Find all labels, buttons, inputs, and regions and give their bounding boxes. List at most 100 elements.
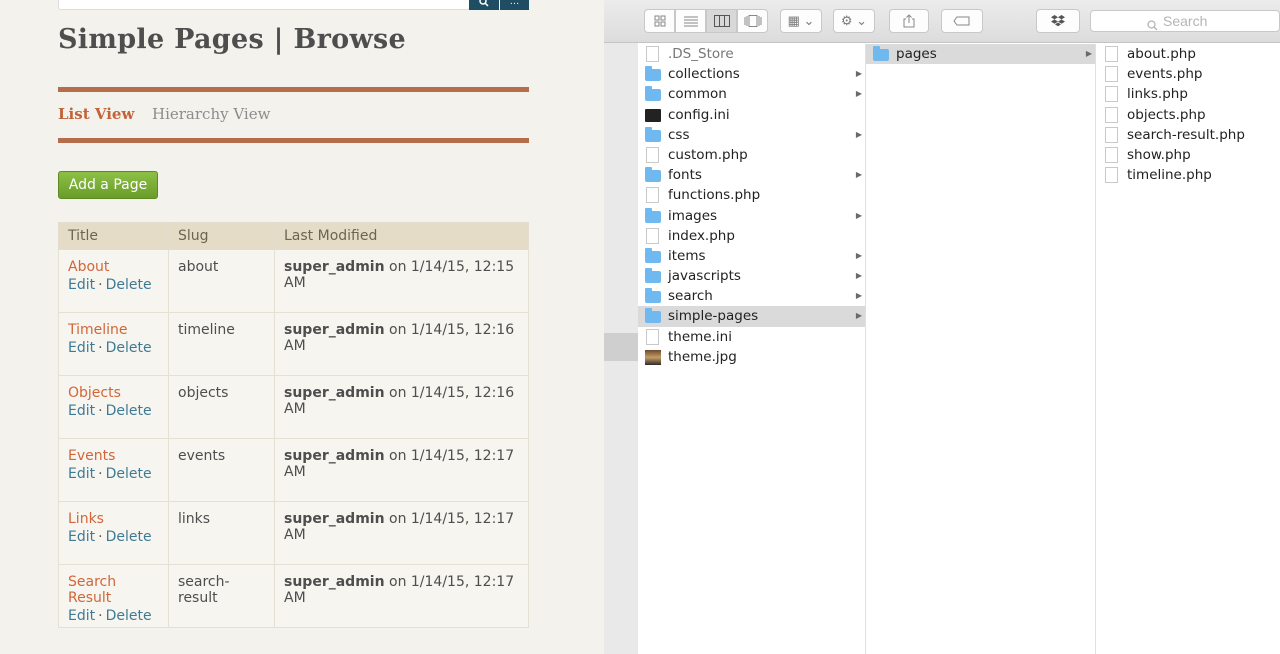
delete-link[interactable]: Delete	[106, 277, 152, 293]
page-title-link[interactable]: Timeline	[68, 322, 159, 338]
ellipsis-icon[interactable]: …	[500, 0, 529, 10]
finder-file-row[interactable]: .DS_Store	[638, 44, 865, 64]
share-icon[interactable]	[889, 9, 929, 33]
finder-folder-row[interactable]: images ▶	[638, 206, 865, 226]
finder-file-row[interactable]: config.ini	[638, 105, 865, 125]
delete-link[interactable]: Delete	[106, 608, 152, 624]
row-actions: Edit · Delete	[68, 529, 159, 545]
finder-item-name: javascripts	[668, 268, 741, 285]
dropbox-icon[interactable]	[1036, 9, 1080, 33]
edit-link[interactable]: Edit	[68, 466, 95, 482]
delete-link[interactable]: Delete	[106, 403, 152, 419]
folder-icon	[645, 126, 661, 142]
finder-file-row[interactable]: index.php	[638, 226, 865, 246]
search-icon[interactable]	[469, 0, 499, 10]
edit-link[interactable]: Edit	[68, 529, 95, 545]
column-header-slug[interactable]: Slug	[168, 222, 275, 250]
finder-folder-row[interactable]: common ▶	[638, 84, 865, 104]
table-header-row: Title Slug Last Modified	[58, 222, 529, 250]
page-title-link[interactable]: Events	[68, 448, 159, 464]
edit-link[interactable]: Edit	[68, 403, 95, 419]
page-title-link[interactable]: Objects	[68, 385, 159, 401]
finder-folder-row[interactable]: pages ▶	[866, 44, 1095, 65]
edit-link[interactable]: Edit	[68, 340, 95, 356]
finder-file-row[interactable]: theme.ini	[638, 327, 865, 347]
tag-icon[interactable]	[941, 9, 983, 33]
list-view-icon[interactable]	[675, 9, 706, 33]
disclosure-arrow-icon: ▶	[855, 89, 862, 99]
admin-search-input[interactable]	[58, 0, 470, 10]
column-header-title[interactable]: Title	[58, 222, 169, 250]
finder-search-field[interactable]: Search	[1090, 10, 1280, 32]
cell-slug: about	[168, 249, 275, 313]
finder-file-row[interactable]: timeline.php	[1096, 165, 1280, 185]
finder-file-row[interactable]: theme.jpg	[638, 347, 865, 367]
finder-folder-row[interactable]: javascripts ▶	[638, 266, 865, 286]
document-icon	[1105, 86, 1118, 103]
document-icon	[1105, 146, 1118, 163]
finder-file-row[interactable]: functions.php	[638, 185, 865, 205]
finder-item-name: theme.jpg	[668, 348, 737, 365]
document-icon	[1105, 106, 1118, 123]
page-title: Simple Pages | Browse	[58, 24, 406, 55]
finder-item-name: pages	[896, 46, 937, 62]
arrange-icon[interactable]: ▦ ⌄	[780, 9, 822, 33]
finder-item-name: simple-pages	[668, 308, 759, 325]
cell-slug: objects	[168, 375, 275, 439]
folder-icon	[645, 66, 661, 82]
finder-file-row[interactable]: events.php	[1096, 64, 1280, 84]
column-header-last-modified[interactable]: Last Modified	[274, 222, 529, 250]
delete-link[interactable]: Delete	[106, 340, 152, 356]
column-view-icon[interactable]	[706, 9, 737, 33]
delete-link[interactable]: Delete	[106, 529, 152, 545]
gear-icon[interactable]: ⚙ ⌄	[833, 9, 875, 33]
edit-link[interactable]: Edit	[68, 277, 95, 293]
omeka-admin-panel: … Simple Pages | Browse List View Hierar…	[0, 0, 604, 654]
finder-file-row[interactable]: custom.php	[638, 145, 865, 165]
finder-file-row[interactable]: show.php	[1096, 145, 1280, 165]
row-actions: Edit · Delete	[68, 466, 159, 482]
finder-folder-row[interactable]: search ▶	[638, 286, 865, 306]
finder-item-name: collections	[668, 66, 740, 83]
finder-folder-row[interactable]: simple-pages ▶	[638, 306, 865, 327]
add-page-button[interactable]: Add a Page	[58, 171, 158, 199]
action-separator: ·	[98, 608, 103, 624]
disclosure-arrow-icon: ▶	[855, 291, 862, 301]
finder-file-row[interactable]: objects.php	[1096, 105, 1280, 125]
coverflow-view-icon[interactable]	[737, 9, 768, 33]
finder-item-name: links.php	[1127, 86, 1188, 103]
action-separator: ·	[98, 340, 103, 356]
cell-last-modified: super_admin on 1/14/15, 12:15 AM	[274, 249, 529, 313]
finder-folder-row[interactable]: css ▶	[638, 125, 865, 145]
document-icon	[646, 328, 659, 345]
modified-by: super_admin	[284, 574, 385, 590]
cell-last-modified: super_admin on 1/14/15, 12:17 AM	[274, 438, 529, 502]
edit-link[interactable]: Edit	[68, 608, 95, 624]
finder-file-row[interactable]: about.php	[1096, 44, 1280, 64]
disclosure-arrow-icon: ▶	[855, 170, 862, 180]
finder-file-row[interactable]: links.php	[1096, 84, 1280, 104]
page-title-link[interactable]: About	[68, 259, 159, 275]
finder-folder-row[interactable]: collections ▶	[638, 64, 865, 84]
finder-folder-row[interactable]: items ▶	[638, 246, 865, 266]
finder-folder-row[interactable]: fonts ▶	[638, 165, 865, 185]
page-title-link[interactable]: Search Result	[68, 574, 159, 606]
finder-item-name: search-result.php	[1127, 126, 1245, 143]
document-icon	[1105, 66, 1118, 83]
page-title-link[interactable]: Links	[68, 511, 159, 527]
finder-item-name: images	[668, 207, 718, 224]
finder-column-simple-pages: pages ▶	[866, 44, 1096, 654]
icon-view-icon[interactable]	[644, 9, 675, 33]
finder-file-row[interactable]: search-result.php	[1096, 125, 1280, 145]
finder-item-name: theme.ini	[668, 328, 732, 345]
tab-hierarchy-view[interactable]: Hierarchy View	[152, 105, 270, 123]
row-actions: Edit · Delete	[68, 608, 159, 624]
folder-icon	[645, 268, 661, 284]
modified-by: super_admin	[284, 448, 385, 464]
cell-slug: timeline	[168, 312, 275, 376]
delete-link[interactable]: Delete	[106, 466, 152, 482]
finder-column-theme: .DS_Store collections ▶ common ▶ config.ini cs…	[638, 44, 866, 654]
tab-list-view[interactable]: List View	[58, 105, 134, 123]
folder-icon	[645, 247, 661, 263]
action-separator: ·	[98, 403, 103, 419]
